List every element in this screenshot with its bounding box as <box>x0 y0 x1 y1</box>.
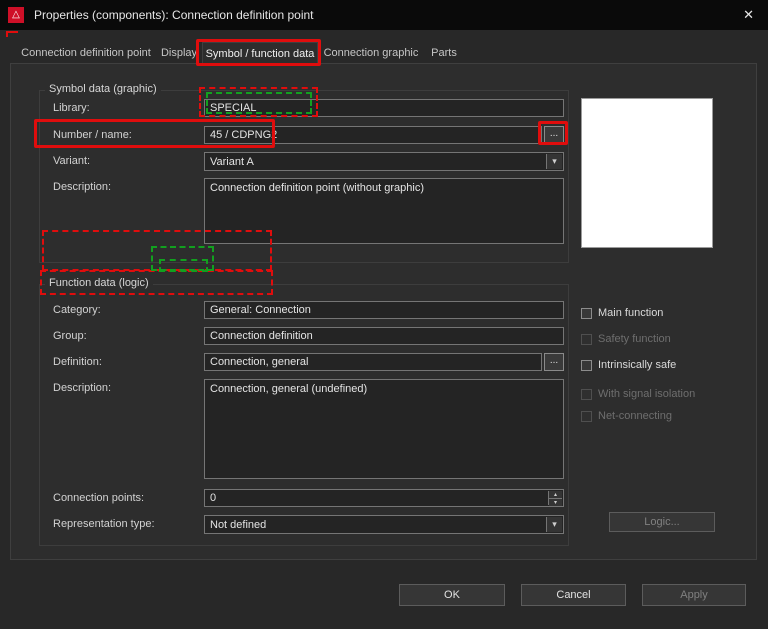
function-description-label: Description: <box>53 382 112 394</box>
checkbox-icon[interactable] <box>581 359 592 371</box>
cancel-button[interactable]: Cancel <box>521 584 626 606</box>
spinner-down-icon[interactable]: ▾ <box>549 499 562 506</box>
function-data-group-title: Function data (logic) <box>45 277 153 289</box>
checkbox-icon <box>581 333 592 345</box>
checkbox-with-signal-isolation: With signal isolation <box>581 388 695 400</box>
definition-input[interactable]: Connection, general <box>204 353 542 371</box>
tab-connection-definition-point[interactable]: Connection definition point <box>16 42 156 63</box>
title-bar: △ Properties (components): Connection de… <box>0 0 768 30</box>
spinner-buttons: ▴ ▾ <box>548 491 562 506</box>
tab-page: Symbol data (graphic) Library: SPECIAL N… <box>10 63 757 560</box>
category-input[interactable]: General: Connection <box>204 301 564 319</box>
variant-label: Variant: <box>53 155 91 167</box>
tab-display[interactable]: Display <box>156 42 202 63</box>
window-title: Properties (components): Connection defi… <box>34 8 314 22</box>
representation-type-value: Not defined <box>210 518 267 531</box>
checkbox-intrinsically-safe[interactable]: Intrinsically safe <box>581 359 676 371</box>
checkbox-label: Safety function <box>598 333 671 345</box>
checkbox-icon <box>581 388 592 400</box>
group-label: Group: <box>53 330 87 342</box>
symbol-description-input[interactable]: Connection definition point (without gra… <box>204 178 564 244</box>
ok-button[interactable]: OK <box>399 584 505 606</box>
spinner-up-icon[interactable]: ▴ <box>549 491 562 499</box>
number-name-browse-button[interactable]: ... <box>544 126 564 144</box>
category-label: Category: <box>53 304 101 316</box>
library-label: Library: <box>53 102 90 114</box>
app-logo-icon: △ <box>8 7 24 23</box>
annotation-corner-mark <box>6 31 18 37</box>
checkbox-icon <box>581 410 592 422</box>
checkbox-main-function[interactable]: Main function <box>581 307 663 319</box>
checkbox-label: Main function <box>598 307 664 319</box>
representation-type-label: Representation type: <box>53 518 155 530</box>
checkbox-icon[interactable] <box>581 307 592 319</box>
chevron-down-icon[interactable]: ▾ <box>546 517 562 532</box>
checkbox-label: With signal isolation <box>598 388 696 400</box>
tab-symbol-function-data[interactable]: Symbol / function data <box>202 42 318 64</box>
variant-select[interactable]: Variant A ▾ <box>204 152 564 171</box>
library-input[interactable]: SPECIAL <box>204 99 564 117</box>
connection-points-stepper[interactable]: 0 ▴ ▾ <box>204 489 564 507</box>
connection-points-value: 0 <box>210 492 217 504</box>
logic-button[interactable]: Logic... <box>609 512 715 532</box>
checkbox-safety-function: Safety function <box>581 333 671 345</box>
tab-parts[interactable]: Parts <box>424 42 464 63</box>
tab-connection-graphic[interactable]: Connection graphic <box>318 42 424 63</box>
symbol-data-group-title: Symbol data (graphic) <box>45 83 161 95</box>
variant-value: Variant A <box>210 155 254 168</box>
connection-points-label: Connection points: <box>53 492 145 504</box>
apply-button[interactable]: Apply <box>642 584 746 606</box>
close-icon[interactable]: ✕ <box>743 0 754 30</box>
checkbox-net-connecting: Net-connecting <box>581 410 672 422</box>
checkbox-label: Intrinsically safe <box>598 359 677 371</box>
representation-type-select[interactable]: Not defined ▾ <box>204 515 564 534</box>
symbol-preview <box>581 98 713 248</box>
number-name-label: Number / name: <box>53 129 132 141</box>
number-name-input[interactable]: 45 / CDPNG2 <box>204 126 542 144</box>
chevron-down-icon[interactable]: ▾ <box>546 154 562 169</box>
checkbox-label: Net-connecting <box>598 410 672 422</box>
definition-browse-button[interactable]: ... <box>544 353 564 371</box>
group-input[interactable]: Connection definition <box>204 327 564 345</box>
symbol-description-label: Description: <box>53 181 112 193</box>
function-description-input[interactable]: Connection, general (undefined) <box>204 379 564 479</box>
definition-label: Definition: <box>53 356 102 368</box>
